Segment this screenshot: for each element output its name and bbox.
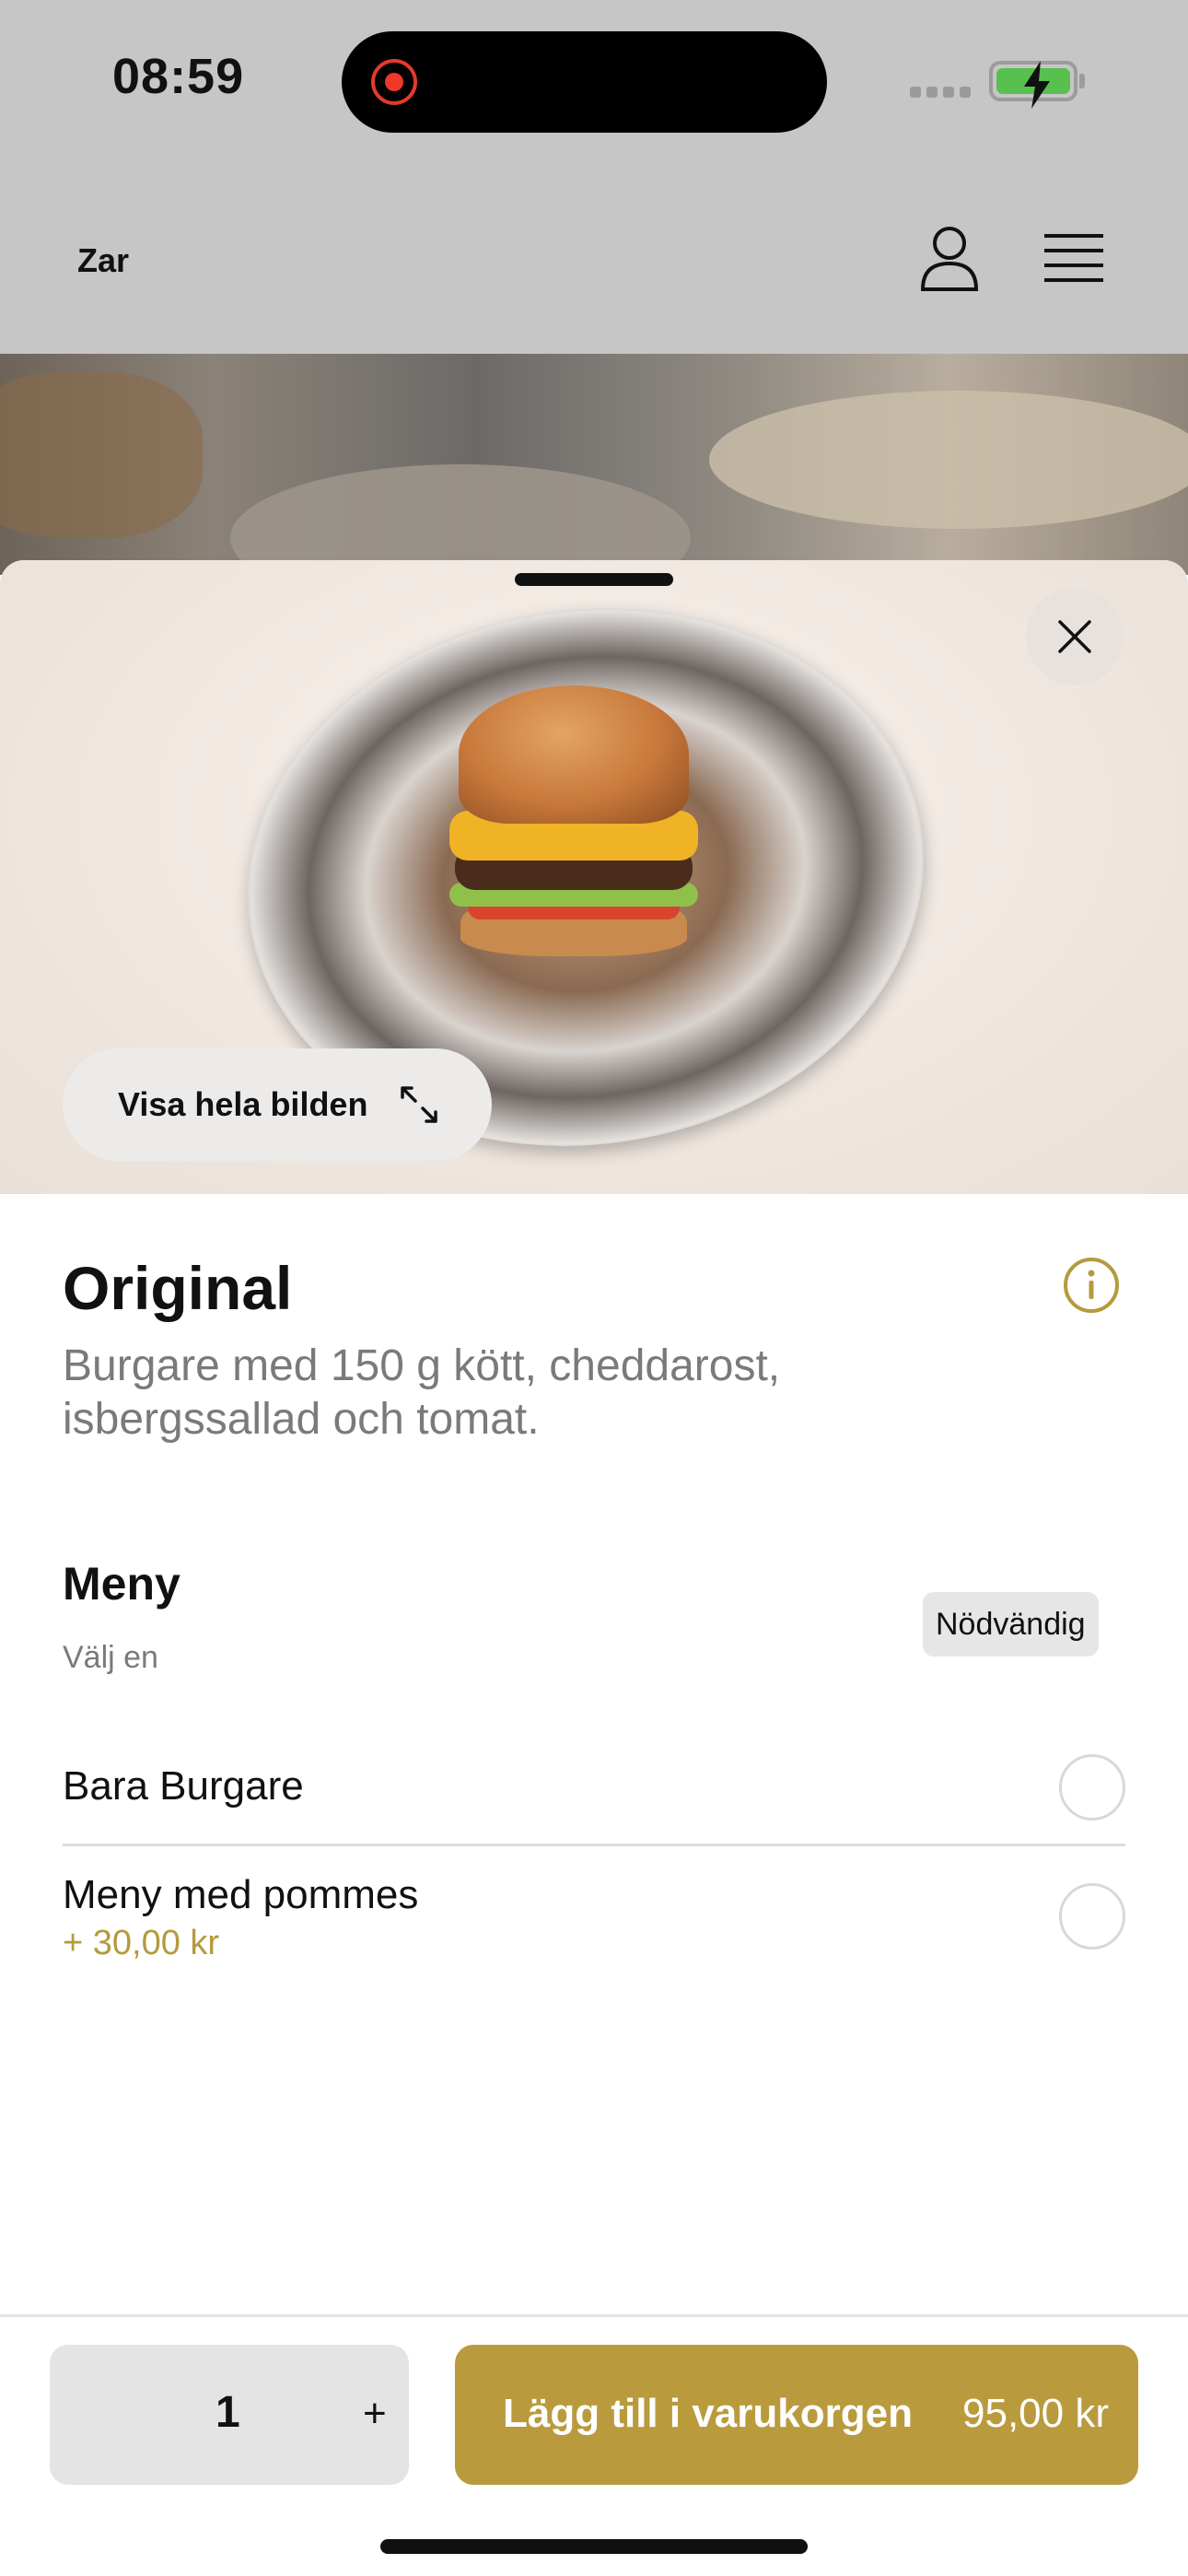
menu-section-subtitle: Välj en xyxy=(63,1640,158,1675)
menu-section-title: Meny xyxy=(63,1558,181,1610)
sheet-grabber[interactable] xyxy=(515,573,673,586)
bottom-bar: 1 + Lägg till i varukorgen 95,00 kr xyxy=(0,2314,1188,2576)
required-badge: Nödvändig xyxy=(923,1592,1099,1657)
recording-icon xyxy=(371,59,417,105)
expand-icon xyxy=(401,1086,438,1123)
quantity-value: 1 xyxy=(215,2388,240,2437)
product-sheet: Visa hela bilden Original Burgare med 15… xyxy=(0,560,1188,2576)
menu-icon[interactable] xyxy=(1044,232,1103,284)
option-label: Bara Burgare xyxy=(63,1763,304,1809)
view-full-image-label: Visa hela bilden xyxy=(118,1085,368,1123)
add-to-cart-label: Lägg till i varukorgen xyxy=(503,2391,913,2436)
option-meny-med-pommes[interactable]: Meny med pommes + 30,00 kr xyxy=(63,1857,1125,1996)
add-to-cart-button[interactable]: Lägg till i varukorgen 95,00 kr xyxy=(455,2345,1138,2485)
status-time: 08:59 xyxy=(112,49,245,104)
background-food-photo xyxy=(0,354,1188,575)
dynamic-island xyxy=(342,31,827,133)
product-image: Visa hela bilden xyxy=(0,560,1188,1194)
close-icon xyxy=(1058,620,1091,653)
product-description: Burgare med 150 g kött, cheddarost, isbe… xyxy=(63,1341,781,1444)
product-title: Original xyxy=(63,1254,293,1322)
close-button[interactable] xyxy=(1026,588,1124,685)
battery-icon xyxy=(989,61,1077,109)
option-bara-burgare[interactable]: Bara Burgare xyxy=(63,1745,1125,1846)
info-icon[interactable] xyxy=(1063,1257,1120,1314)
add-to-cart-total: 95,00 kr xyxy=(962,2391,1109,2436)
burger-image xyxy=(449,685,698,962)
quantity-stepper[interactable]: 1 + xyxy=(50,2345,409,2485)
option-radio[interactable] xyxy=(1059,1754,1125,1821)
view-full-image-button[interactable]: Visa hela bilden xyxy=(63,1048,492,1161)
option-price: + 30,00 kr xyxy=(63,1924,220,1962)
option-radio[interactable] xyxy=(1059,1883,1125,1950)
signal-icon xyxy=(910,87,971,98)
home-indicator[interactable] xyxy=(380,2539,808,2554)
option-label: Meny med pommes xyxy=(63,1872,419,1917)
brand-name[interactable]: Zar xyxy=(77,241,129,280)
increment-button[interactable]: + xyxy=(363,2391,387,2437)
battery-nub xyxy=(1079,74,1085,88)
person-icon[interactable] xyxy=(919,225,980,291)
